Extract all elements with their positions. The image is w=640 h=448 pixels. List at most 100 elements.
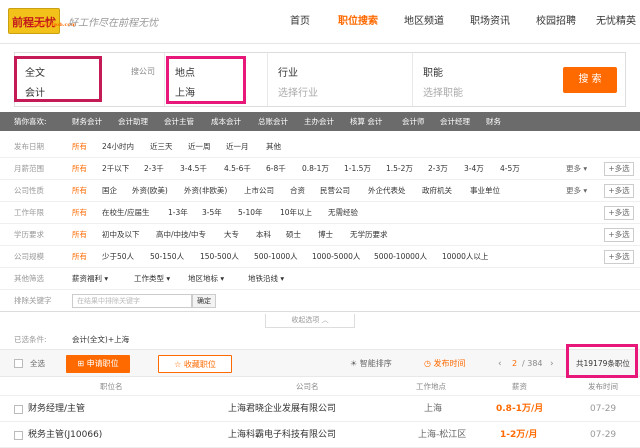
guess-item[interactable]: 总账会计 — [258, 112, 288, 131]
filter-option[interactable]: 所有 — [72, 202, 87, 224]
multi-select-button[interactable]: +多选 — [604, 162, 634, 176]
filter-option[interactable]: 3-4万 — [464, 158, 484, 180]
filter-dropdown[interactable]: 工作类型 ▾ — [134, 268, 170, 290]
filter-option[interactable]: 2-3千 — [144, 158, 164, 180]
filter-option[interactable]: 1-1.5万 — [344, 158, 371, 180]
company-name[interactable]: 上海科霸电子科技有限公司 — [228, 423, 336, 448]
apply-job-button[interactable]: ⊞ 申请职位 — [66, 355, 130, 373]
filter-option[interactable]: 10000人以上 — [442, 246, 488, 268]
more-toggle[interactable]: 更多 ▾ — [566, 180, 587, 202]
filter-option[interactable]: 2-3万 — [428, 158, 448, 180]
company-name[interactable]: 上海君晓企业发展有限公司 — [228, 397, 336, 422]
filter-option[interactable]: 所有 — [72, 136, 87, 158]
nav-region[interactable]: 地区频道 — [398, 0, 450, 44]
filter-dropdown[interactable]: 薪资福利 ▾ — [72, 268, 108, 290]
guess-item[interactable]: 会计师 — [402, 112, 425, 131]
filter-option[interactable]: 外企代表处 — [368, 180, 406, 202]
filter-option[interactable]: 上市公司 — [244, 180, 274, 202]
filter-option[interactable]: 50-150人 — [150, 246, 184, 268]
filter-option[interactable]: 150-500人 — [200, 246, 239, 268]
multi-select-button[interactable]: +多选 — [604, 206, 634, 220]
filter-option[interactable]: 所有 — [72, 158, 87, 180]
guess-item[interactable]: 会计主管 — [164, 112, 194, 131]
nav-career-news[interactable]: 职场资讯 — [464, 0, 516, 44]
filter-option[interactable]: 0.8-1万 — [302, 158, 329, 180]
select-all-checkbox[interactable] — [14, 359, 23, 368]
function-field[interactable]: 职能 选择职能 — [413, 53, 543, 106]
table-row[interactable]: 财务经理/主管 上海君晓企业发展有限公司 上海 0.8-1万/月 07-29 — [0, 397, 640, 422]
filter-option[interactable]: 高中/中技/中专 — [156, 224, 206, 246]
filter-option[interactable]: 外资(非欧美) — [184, 180, 227, 202]
filter-option[interactable]: 国企 — [102, 180, 117, 202]
filter-option[interactable]: 6-8千 — [266, 158, 286, 180]
guess-item[interactable]: 主办会计 — [304, 112, 334, 131]
guess-item[interactable]: 会计经理 — [440, 112, 470, 131]
filter-option[interactable]: 3-5年 — [202, 202, 222, 224]
guess-item[interactable]: 成本会计 — [211, 112, 241, 131]
filter-option[interactable]: 博士 — [318, 224, 333, 246]
filter-option[interactable]: 近一月 — [226, 136, 249, 158]
filter-option[interactable]: 事业单位 — [470, 180, 500, 202]
prev-page-icon[interactable]: ‹ — [498, 350, 502, 378]
filter-option[interactable]: 5000-10000人 — [374, 246, 427, 268]
multi-select-button[interactable]: +多选 — [604, 184, 634, 198]
guess-item[interactable]: 会计助理 — [118, 112, 148, 131]
job-title[interactable]: 税务主管(J10066) — [28, 423, 102, 448]
guess-item[interactable]: 核算 会计 — [350, 112, 382, 131]
filter-option[interactable]: 无需经验 — [328, 202, 358, 224]
filter-dropdown[interactable]: 地区地标 ▾ — [188, 268, 224, 290]
search-button[interactable]: 搜 索 — [563, 67, 617, 93]
smart-sort-button[interactable]: ☀ 智能排序 — [350, 350, 392, 378]
filter-option[interactable]: 本科 — [256, 224, 271, 246]
multi-select-button[interactable]: +多选 — [604, 228, 634, 242]
guess-item[interactable]: 财务会计 — [72, 112, 102, 131]
nav-home[interactable]: 首页 — [280, 0, 320, 44]
filter-option[interactable]: 初中及以下 — [102, 224, 140, 246]
row-checkbox[interactable] — [14, 431, 23, 440]
table-row[interactable]: 税务主管(J10066) 上海科霸电子科技有限公司 上海-松江区 1-2万/月 … — [0, 423, 640, 448]
filter-option[interactable]: 10年以上 — [280, 202, 312, 224]
filter-option[interactable]: 硕士 — [286, 224, 301, 246]
filter-option[interactable]: 5-10年 — [238, 202, 263, 224]
filter-option[interactable]: 政府机关 — [422, 180, 452, 202]
filter-option[interactable]: 500-1000人 — [254, 246, 298, 268]
function-select[interactable]: 选择职能 — [423, 84, 463, 99]
filter-option[interactable]: 合资 — [290, 180, 305, 202]
filter-option[interactable]: 近三天 — [150, 136, 173, 158]
job-title[interactable]: 财务经理/主管 — [28, 397, 85, 422]
filter-option[interactable]: 24小时内 — [102, 136, 134, 158]
publish-time-sort-button[interactable]: ◷ 发布时间 — [424, 350, 466, 378]
industry-select[interactable]: 选择行业 — [278, 84, 318, 99]
exclude-confirm-button[interactable]: 确定 — [192, 294, 216, 308]
selected-value[interactable]: 会计(全文)+上海 — [72, 331, 129, 348]
filter-option[interactable]: 1-3年 — [168, 202, 188, 224]
logo[interactable]: www.51job.com 前程无忧 — [8, 8, 76, 34]
filter-option[interactable]: 近一周 — [188, 136, 211, 158]
more-toggle[interactable]: 更多 ▾ — [566, 158, 587, 180]
filter-option[interactable]: 少于50人 — [102, 246, 134, 268]
filter-option[interactable]: 在校生/应届生 — [102, 202, 150, 224]
next-page-icon[interactable]: › — [550, 350, 554, 378]
guess-item[interactable]: 财务 — [486, 112, 501, 131]
nav-campus[interactable]: 校园招聘 — [530, 0, 582, 44]
row-checkbox[interactable] — [14, 405, 23, 414]
filter-option[interactable]: 1000-5000人 — [312, 246, 360, 268]
filter-option[interactable]: 民营公司 — [320, 180, 350, 202]
filter-option[interactable]: 外资(欧美) — [132, 180, 168, 202]
nav-job-search[interactable]: 职位搜索 — [332, 0, 384, 44]
filter-option[interactable]: 1.5-2万 — [386, 158, 413, 180]
filter-option[interactable]: 4-5万 — [500, 158, 520, 180]
filter-option[interactable]: 2千以下 — [102, 158, 129, 180]
favorite-job-button[interactable]: ☆ 收藏职位 — [158, 355, 232, 373]
filter-option[interactable]: 3-4.5千 — [180, 158, 207, 180]
filter-option[interactable]: 4.5-6千 — [224, 158, 251, 180]
current-page[interactable]: 2 — [512, 350, 517, 378]
multi-select-button[interactable]: +多选 — [604, 250, 634, 264]
collapse-options-button[interactable]: 收起选项 ︿ — [265, 314, 355, 328]
filter-option[interactable]: 所有 — [72, 180, 87, 202]
filter-option[interactable]: 所有 — [72, 224, 87, 246]
filter-option[interactable]: 大专 — [224, 224, 239, 246]
company-search-link[interactable]: 搜公司 — [131, 66, 155, 77]
filter-option[interactable]: 无学历要求 — [350, 224, 388, 246]
industry-field[interactable]: 行业 选择行业 — [268, 53, 413, 106]
